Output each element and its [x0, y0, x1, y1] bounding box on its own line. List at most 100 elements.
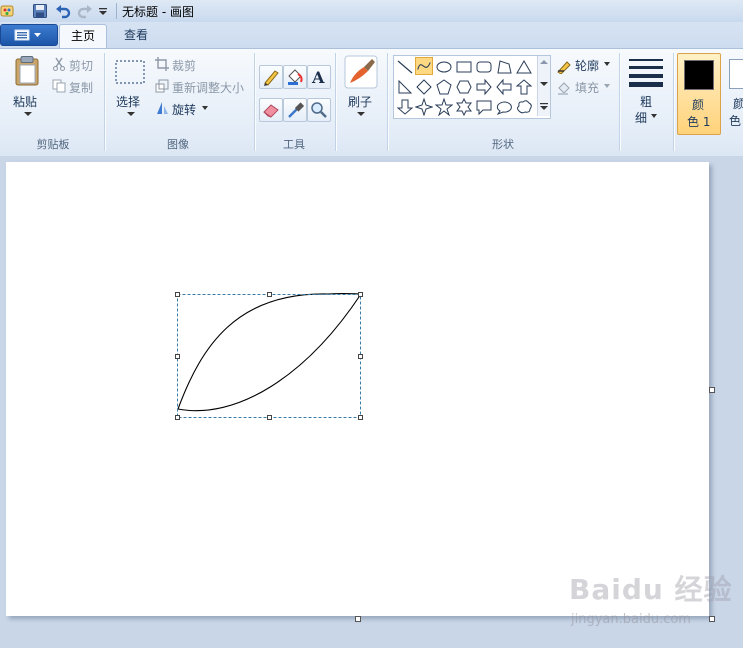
- image-group-label: 图像: [167, 138, 189, 151]
- title-separator: [116, 3, 117, 19]
- right-triangle-shape-icon[interactable]: [396, 78, 414, 96]
- customize-toolbar-icon[interactable]: [97, 3, 109, 19]
- rounded-rectangle-shape-icon[interactable]: [475, 58, 493, 76]
- four-point-star-shape-icon[interactable]: [415, 98, 433, 116]
- window-title: 无标题 - 画图: [122, 5, 194, 19]
- brush-icon[interactable]: [344, 55, 378, 89]
- canvas-resize-handle-right[interactable]: [709, 387, 715, 393]
- left-arrow-shape-icon[interactable]: [495, 78, 513, 96]
- save-icon[interactable]: [32, 3, 48, 19]
- size-dropdown-icon[interactable]: [651, 114, 657, 119]
- canvas-resize-handle-corner[interactable]: [709, 616, 715, 622]
- application-menu-button[interactable]: [0, 24, 58, 46]
- pentagon-shape-icon[interactable]: [435, 78, 453, 96]
- triangle-shape-icon[interactable]: [515, 58, 533, 76]
- eyedropper-icon: [288, 102, 305, 118]
- five-point-star-shape-icon[interactable]: [435, 98, 453, 116]
- fill-button[interactable]: 填充: [575, 79, 599, 96]
- svg-text:A: A: [311, 68, 325, 87]
- tab-view[interactable]: 查看: [113, 24, 159, 48]
- undo-icon[interactable]: [55, 3, 71, 19]
- paint-bucket-icon: [288, 69, 303, 85]
- hexagon-shape-icon[interactable]: [455, 78, 473, 96]
- title-bar: 无标题 - 画图: [0, 0, 743, 23]
- shapes-gallery-scrollbar[interactable]: [537, 56, 550, 116]
- redo-icon[interactable]: [77, 3, 93, 19]
- brushes-dropdown-icon[interactable]: [357, 111, 365, 117]
- text-icon: A: [311, 68, 325, 87]
- cut-icon: [53, 57, 65, 71]
- shapes-gallery: [393, 55, 551, 119]
- tab-row: 主页 查看: [0, 22, 743, 49]
- oval-callout-shape-icon[interactable]: [495, 98, 513, 116]
- line-width-icon[interactable]: [628, 57, 664, 87]
- fill-dropdown-icon[interactable]: [604, 84, 610, 89]
- tab-home[interactable]: 主页: [59, 24, 107, 49]
- select-button[interactable]: 选择: [116, 93, 140, 110]
- up-arrow-shape-icon[interactable]: [515, 78, 533, 96]
- gallery-expand-icon[interactable]: [540, 102, 548, 111]
- shapes-group-label: 形状: [492, 138, 514, 151]
- crop-icon: [155, 57, 169, 71]
- color-1-label-top: 颜: [692, 98, 705, 112]
- tools-group-label: 工具: [283, 138, 305, 151]
- group-divider: [335, 53, 336, 151]
- copy-icon: [52, 79, 66, 93]
- resize-button[interactable]: 重新调整大小: [172, 79, 244, 96]
- ribbon: 粘贴 剪切 复制 剪贴板 选择 裁剪 重新调整大小 旋转 图像 A 工具 刷子 …: [0, 48, 743, 157]
- eraser-tool[interactable]: [259, 98, 283, 122]
- paste-button[interactable]: 粘贴: [13, 93, 37, 110]
- curve-shape-icon[interactable]: [415, 57, 433, 75]
- right-arrow-shape-icon[interactable]: [475, 78, 493, 96]
- group-divider: [104, 53, 105, 151]
- paint-app-icon[interactable]: [0, 3, 16, 19]
- down-arrow-shape-icon[interactable]: [396, 98, 414, 116]
- fill-icon: [558, 82, 570, 95]
- rotate-button[interactable]: 旋转: [172, 101, 196, 118]
- fill-tool[interactable]: [283, 65, 307, 89]
- select-dropdown-icon[interactable]: [127, 111, 135, 117]
- size-label-top[interactable]: 粗: [640, 93, 652, 110]
- group-divider: [619, 53, 620, 151]
- rectangle-callout-shape-icon[interactable]: [475, 98, 493, 116]
- color-1-button[interactable]: 颜 色 1: [677, 53, 721, 135]
- resize-icon: [155, 79, 169, 93]
- color-2-label-bottom: 色: [729, 114, 742, 128]
- gallery-up-icon[interactable]: [540, 59, 548, 65]
- pencil-tool[interactable]: [259, 65, 283, 89]
- clipboard-group-label: 剪贴板: [36, 138, 70, 151]
- polygon-shape-icon[interactable]: [495, 58, 513, 76]
- upper-curve-stroke: [177, 293, 362, 410]
- paste-icon[interactable]: [13, 55, 43, 87]
- color-2-button[interactable]: [729, 59, 743, 89]
- canvas-resize-handle-bottom[interactable]: [355, 616, 361, 622]
- brushes-button[interactable]: 刷子: [348, 93, 372, 110]
- outline-icon: [557, 61, 571, 74]
- outline-dropdown-icon[interactable]: [604, 62, 610, 67]
- six-point-star-shape-icon[interactable]: [455, 98, 473, 116]
- line-shape-icon[interactable]: [396, 58, 414, 76]
- outline-button[interactable]: 轮廓: [575, 57, 599, 74]
- rectangle-shape-icon[interactable]: [455, 58, 473, 76]
- copy-button[interactable]: 复制: [69, 79, 93, 96]
- paste-dropdown-icon[interactable]: [24, 111, 32, 117]
- size-label-bottom[interactable]: 细: [635, 109, 647, 126]
- pencil-icon: [264, 70, 279, 86]
- gallery-down-icon[interactable]: [540, 81, 548, 87]
- group-divider: [387, 53, 388, 151]
- drawing-canvas[interactable]: [6, 162, 709, 616]
- crop-button[interactable]: 裁剪: [172, 57, 196, 74]
- text-tool[interactable]: A: [307, 65, 331, 89]
- magnifier-tool[interactable]: [307, 98, 331, 122]
- menu-icon: [14, 29, 41, 41]
- oval-shape-icon[interactable]: [435, 58, 453, 76]
- diamond-shape-icon[interactable]: [415, 78, 433, 96]
- watermark-url: jingyan.baidu.com: [571, 612, 691, 627]
- selection-box: [177, 294, 361, 418]
- rotate-dropdown-icon[interactable]: [202, 106, 208, 111]
- cloud-callout-shape-icon[interactable]: [515, 98, 533, 116]
- color-picker-tool[interactable]: [283, 98, 307, 122]
- group-divider: [254, 53, 255, 151]
- select-icon[interactable]: [114, 59, 146, 85]
- cut-button[interactable]: 剪切: [69, 57, 93, 74]
